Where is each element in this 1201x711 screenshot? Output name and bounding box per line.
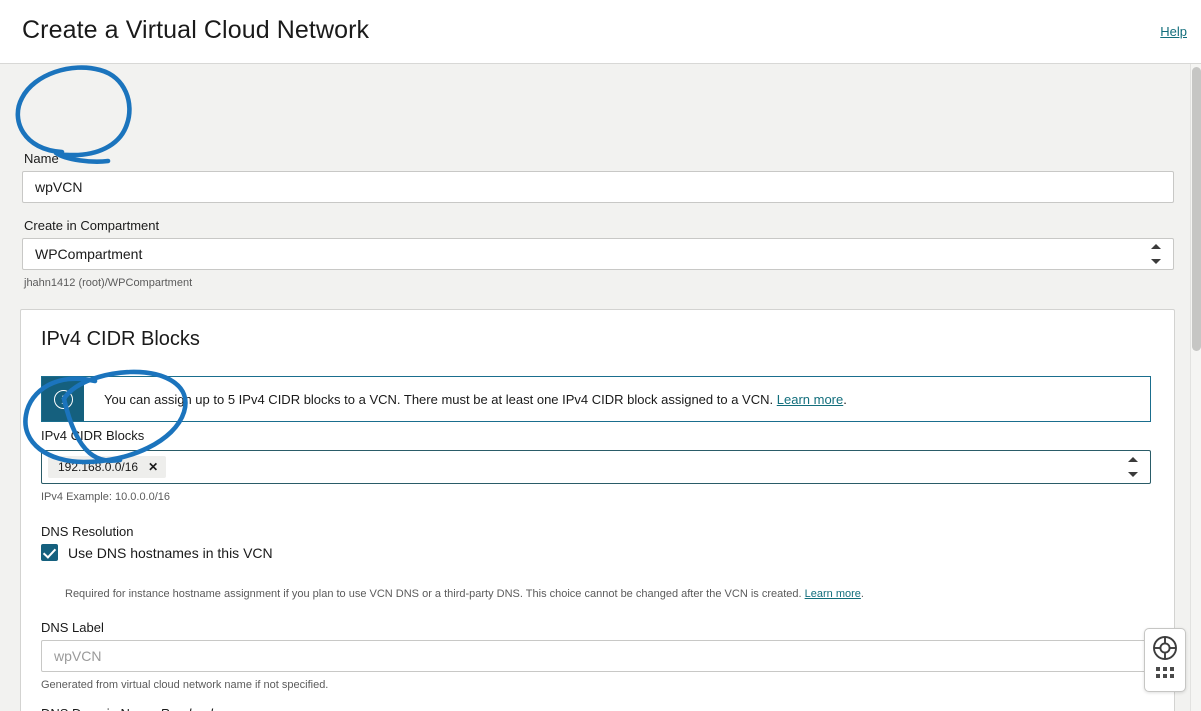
scrollbar-thumb[interactable] [1192, 67, 1201, 351]
info-banner-trailing: . [843, 391, 847, 407]
dots-grid-icon [1156, 667, 1174, 678]
dns-hostnames-checkbox[interactable] [41, 544, 58, 561]
dns-resolution-learn-more-link[interactable]: Learn more [805, 588, 861, 600]
dns-label-input[interactable]: wpVCN [41, 640, 1151, 672]
page-title: Create a Virtual Cloud Network [22, 16, 370, 44]
info-banner-learn-more-link[interactable]: Learn more [777, 392, 843, 407]
dns-domain-name-readonly-tag: Read-only [160, 706, 219, 711]
info-banner-text-container: You can assign up to 5 IPv4 CIDR blocks … [84, 377, 1150, 421]
compartment-field-label: Create in Compartment [24, 218, 160, 233]
life-preserver-icon [1153, 636, 1177, 660]
name-input[interactable]: wpVCN [22, 171, 1174, 203]
compartment-hint: jhahn1412 (root)/WPCompartment [24, 277, 193, 289]
dns-label-field-label: DNS Label [41, 620, 104, 635]
cidr-chip: 192.168.0.0/16 ✕ [48, 456, 167, 478]
dns-resolution-hint-text: Required for instance hostname assignmen… [65, 588, 802, 600]
vertical-scrollbar[interactable] [1190, 64, 1201, 711]
card-title: IPv4 CIDR Blocks [41, 328, 200, 350]
cidr-chip-remove-icon[interactable]: ✕ [148, 461, 158, 473]
dns-label-input-placeholder: wpVCN [54, 648, 102, 664]
dns-hostnames-checkbox-label[interactable]: Use DNS hostnames in this VCN [68, 545, 273, 561]
info-icon: i [53, 389, 73, 409]
cidr-blocks-input[interactable]: 192.168.0.0/16 ✕ [41, 450, 1151, 484]
help-link[interactable]: Help [1160, 24, 1187, 39]
dns-domain-name-field-label: DNS Domain Name Read-only [41, 706, 219, 711]
dns-resolution-label: DNS Resolution [41, 524, 134, 539]
support-widget[interactable] [1144, 628, 1186, 692]
compartment-select[interactable]: WPCompartment [22, 238, 1174, 270]
info-banner-text: You can assign up to 5 IPv4 CIDR blocks … [104, 391, 774, 407]
cidr-field-hint: IPv4 Example: 10.0.0.0/16 [41, 491, 171, 503]
compartment-select-value: WPCompartment [35, 246, 143, 262]
create-vcn-page: Create a Virtual Cloud Network Help Name… [0, 0, 1201, 711]
cidr-chip-value: 192.168.0.0/16 [58, 460, 139, 474]
dns-resolution-hint-trailing: . [860, 588, 864, 600]
form-body: Name wpVCN Create in Compartment WPCompa… [0, 64, 1190, 711]
dns-resolution-hint: Required for instance hostname assignmen… [65, 587, 864, 601]
name-input-value: wpVCN [35, 179, 83, 195]
info-banner: i You can assign up to 5 IPv4 CIDR block… [41, 376, 1151, 422]
chevron-updown-icon[interactable] [1150, 244, 1162, 264]
cidr-field-label: IPv4 CIDR Blocks [41, 428, 145, 443]
name-field-label: Name [24, 151, 59, 166]
page-header: Create a Virtual Cloud Network Help [0, 0, 1201, 64]
dns-domain-name-label-text: DNS Domain Name [41, 706, 155, 711]
dns-label-hint: Generated from virtual cloud network nam… [41, 679, 329, 691]
info-icon-container: i [42, 377, 84, 421]
chevron-updown-icon[interactable] [1127, 457, 1139, 477]
dns-hostnames-checkbox-row[interactable]: Use DNS hostnames in this VCN [41, 544, 273, 561]
ipv4-cidr-blocks-card: IPv4 CIDR Blocks i You can assign up to … [20, 309, 1175, 711]
